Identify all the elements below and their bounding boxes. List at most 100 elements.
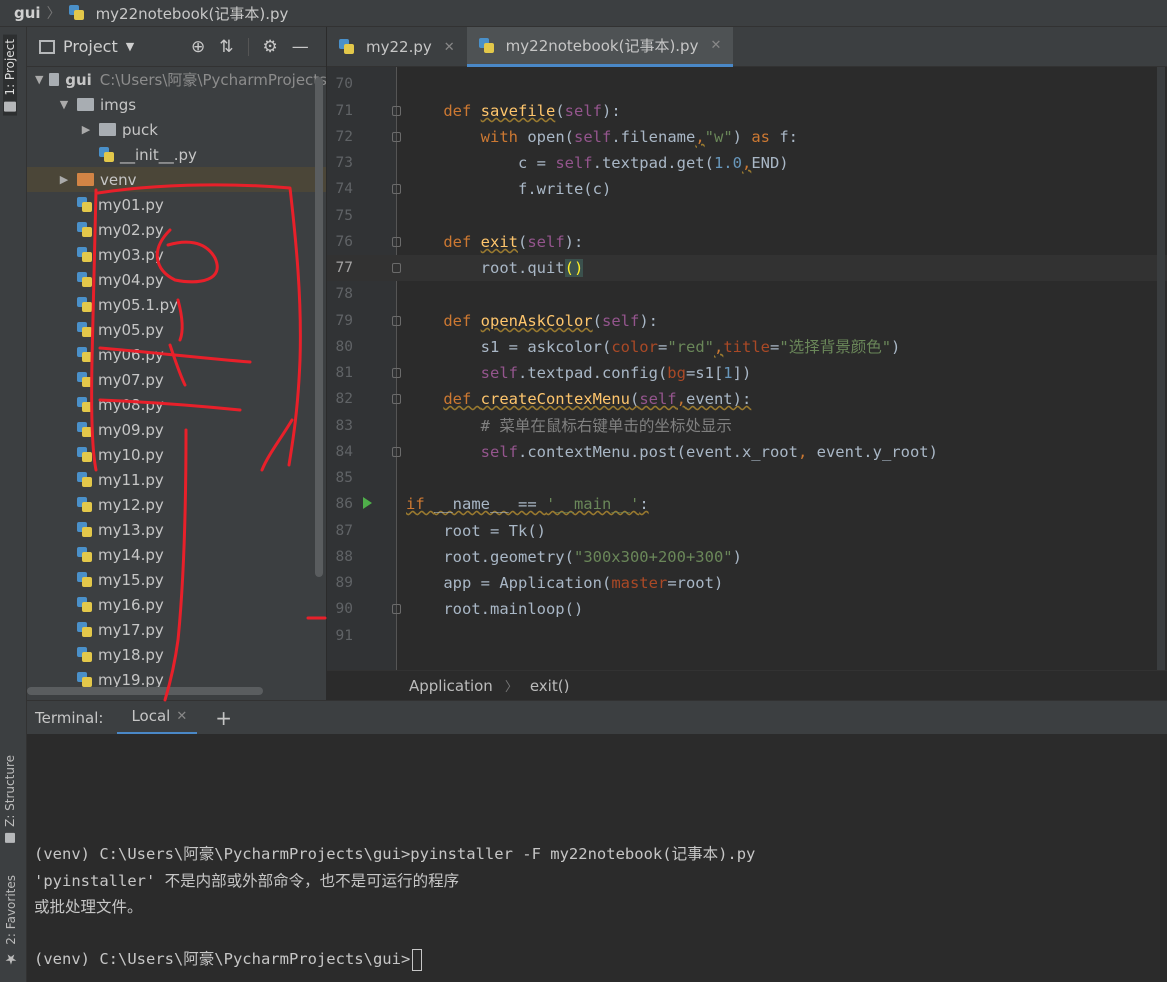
python-file-icon <box>77 571 92 588</box>
code-line: 88 root.geometry("300x300+200+300") <box>327 544 1167 570</box>
terminal-output[interactable]: (venv) C:\Users\阿豪\PycharmProjects\gui>p… <box>27 734 1167 982</box>
tree-item[interactable]: my04.py <box>27 267 326 292</box>
line-number: 70 <box>335 76 353 92</box>
folder-icon <box>77 98 94 111</box>
tree-item-label: imgs <box>100 95 137 114</box>
python-file-icon <box>77 321 92 338</box>
tree-item[interactable]: __init__.py <box>27 142 326 167</box>
project-scrollbar-vertical[interactable] <box>315 77 323 577</box>
python-file-icon <box>77 271 92 288</box>
breadcrumb-root[interactable]: gui <box>14 4 41 22</box>
editor-tabs: my22.py ✕ my22notebook(记事本).py ✕ <box>327 27 1167 67</box>
fold-icon[interactable] <box>392 447 401 457</box>
tree-item[interactable]: ▶ venv <box>27 167 326 192</box>
fold-icon[interactable] <box>392 263 401 273</box>
fold-icon[interactable] <box>392 106 401 116</box>
tree-item-label: my08.py <box>98 395 164 414</box>
breadcrumb-method[interactable]: exit() <box>530 677 570 695</box>
fold-icon[interactable] <box>392 184 401 194</box>
tree-item-label: my06.py <box>98 345 164 364</box>
line-number: 73 <box>335 155 353 171</box>
tab-my22[interactable]: my22.py ✕ <box>327 27 467 67</box>
folder-icon <box>99 123 116 136</box>
close-icon[interactable]: ✕ <box>444 40 455 55</box>
tool-window-tab-project[interactable]: 1: Project <box>3 35 17 116</box>
tree-item-label: my07.py <box>98 370 164 389</box>
tree-item-label: my11.py <box>98 470 164 489</box>
tree-item[interactable]: my15.py <box>27 567 326 592</box>
tree-item[interactable]: my10.py <box>27 442 326 467</box>
tree-item[interactable]: ▼ gui C:\Users\阿豪\PycharmProjects <box>27 67 326 92</box>
tree-item[interactable]: my02.py <box>27 217 326 242</box>
line-number: 87 <box>335 523 353 539</box>
tree-item[interactable]: my06.py <box>27 342 326 367</box>
target-icon[interactable]: ⊕ <box>191 37 205 57</box>
tree-item[interactable]: my01.py <box>27 192 326 217</box>
code-editor[interactable]: 70 71 def savefile(self): 72 with open(s… <box>327 67 1167 670</box>
line-number: 89 <box>335 575 353 591</box>
run-icon[interactable] <box>363 497 372 509</box>
tree-item-label: my09.py <box>98 420 164 439</box>
tree-item[interactable]: my09.py <box>27 417 326 442</box>
python-file-icon <box>77 521 92 538</box>
gear-icon[interactable]: ⚙ <box>263 37 278 57</box>
tree-item[interactable]: my05.py <box>27 317 326 342</box>
fold-icon[interactable] <box>392 132 401 142</box>
tree-item-label: my19.py <box>98 670 164 689</box>
tree-item[interactable]: my11.py <box>27 467 326 492</box>
tree-item[interactable]: ▼ imgs <box>27 92 326 117</box>
fold-icon[interactable] <box>392 394 401 404</box>
project-scrollbar-horizontal[interactable] <box>27 687 263 695</box>
add-terminal-icon[interactable]: + <box>215 706 232 730</box>
python-file-icon <box>77 596 92 613</box>
tree-item-label: venv <box>100 170 137 189</box>
project-view-selector[interactable]: Project <box>63 37 118 56</box>
tree-item[interactable]: my08.py <box>27 392 326 417</box>
tab-my22notebook[interactable]: my22notebook(记事本).py ✕ <box>466 27 734 67</box>
tree-item[interactable]: my17.py <box>27 617 326 642</box>
tree-item-label: puck <box>122 120 158 139</box>
minimize-icon[interactable]: — <box>292 37 309 57</box>
terminal-tab-local[interactable]: Local ✕ <box>117 701 198 735</box>
tree-item-label: my14.py <box>98 545 164 564</box>
chevron-down-icon[interactable]: ▼ <box>126 40 134 53</box>
line-number: 90 <box>335 601 353 617</box>
fold-icon[interactable] <box>392 604 401 614</box>
line-number: 77 <box>335 260 353 276</box>
tree-item[interactable]: my16.py <box>27 592 326 617</box>
editor-scrollbar[interactable] <box>1157 67 1165 670</box>
tool-window-tab-favorites[interactable]: ★ 2: Favorites <box>3 875 19 967</box>
close-icon[interactable]: ✕ <box>176 709 187 724</box>
tree-item[interactable]: ▶ puck <box>27 117 326 142</box>
chevron-down-icon[interactable]: ▼ <box>57 98 71 111</box>
tree-item[interactable]: my07.py <box>27 367 326 392</box>
tab-my22notebook-label: my22notebook(记事本).py <box>505 37 699 55</box>
fold-icon[interactable] <box>392 237 401 247</box>
fold-icon[interactable] <box>392 316 401 326</box>
breadcrumb-file[interactable]: my22notebook(记事本).py <box>96 3 289 24</box>
tree-item[interactable]: my03.py <box>27 242 326 267</box>
terminal-prompt-line[interactable]: (venv) C:\Users\阿豪\PycharmProjects\gui> <box>34 946 423 972</box>
line-number: 83 <box>335 418 353 434</box>
tree-item[interactable]: my05.1.py <box>27 292 326 317</box>
project-toolbar: ⊕ ⇅ ⚙ — <box>191 37 309 57</box>
collapse-icon[interactable]: ⇅ <box>219 37 233 57</box>
chevron-right-icon[interactable]: ▶ <box>57 173 71 186</box>
tree-item[interactable]: my13.py <box>27 517 326 542</box>
line-number: 80 <box>335 339 353 355</box>
left-tool-strip: 1: Project Z: Structure ★ 2: Favorites <box>0 27 27 982</box>
tree-item[interactable]: my14.py <box>27 542 326 567</box>
breadcrumb-class[interactable]: Application <box>409 677 493 695</box>
python-file-icon <box>77 346 92 363</box>
excluded-folder-icon <box>77 173 94 186</box>
close-icon[interactable]: ✕ <box>710 38 721 53</box>
tree-item[interactable]: my18.py <box>27 642 326 667</box>
tree-item-label: my15.py <box>98 570 164 589</box>
chevron-right-icon[interactable]: ▶ <box>79 123 93 136</box>
folder-icon <box>49 73 60 86</box>
fold-icon[interactable] <box>392 368 401 378</box>
tree-item[interactable]: my12.py <box>27 492 326 517</box>
code-line: 81 self.textpad.config(bg=s1[1]) <box>327 360 1167 386</box>
chevron-down-icon[interactable]: ▼ <box>35 73 43 86</box>
tool-window-tab-structure[interactable]: Z: Structure <box>3 755 17 843</box>
